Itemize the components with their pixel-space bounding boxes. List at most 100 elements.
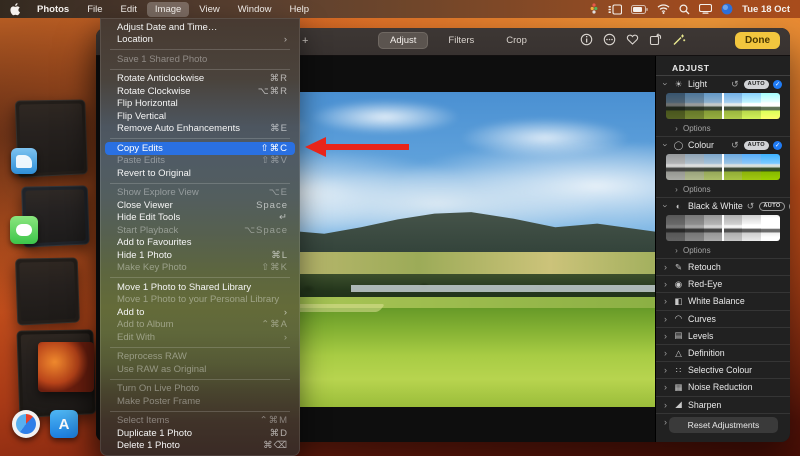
chevron-right-icon[interactable]: › [662, 279, 669, 289]
chevron-down-icon[interactable]: › [661, 142, 671, 149]
menu-bar-item-window[interactable]: Window [230, 2, 280, 17]
disabled-check-icon[interactable] [789, 202, 790, 211]
section-header[interactable]: ›∷Selective Colour [656, 362, 790, 378]
section-header[interactable]: ›◉Red-Eye [656, 276, 790, 292]
enabled-check-icon[interactable]: ✓ [773, 80, 782, 89]
menu-bar-items: PhotosFileEditImageViewWindowHelp [0, 2, 317, 17]
toolbar-icons [580, 33, 686, 46]
menu-item-duplicate-1-photo[interactable]: Duplicate 1 Photo⌘D [100, 427, 300, 440]
menu-bar-clock[interactable]: Tue 18 Oct [742, 4, 790, 15]
chevron-right-icon[interactable]: › [662, 365, 669, 375]
menu-bar-item-image[interactable]: Image [147, 2, 189, 17]
chevron-right-icon[interactable]: › [674, 124, 679, 133]
tab-crop[interactable]: Crop [494, 32, 539, 49]
chevron-right-icon[interactable]: › [662, 382, 669, 392]
menu-item-copy-edits[interactable]: Copy Edits⇧⌘C [105, 142, 295, 155]
auto-button[interactable]: AUTO [744, 80, 769, 89]
menu-item-hide-edit-tools[interactable]: Hide Edit Tools↵ [100, 212, 300, 225]
chevron-down-icon[interactable]: › [661, 203, 671, 210]
section-header[interactable]: ›△Definition [656, 345, 790, 361]
reset-section-icon[interactable]: ↺ [747, 201, 755, 212]
menu-item-close-viewer[interactable]: Close ViewerSpace [100, 199, 300, 212]
done-button[interactable]: Done [735, 32, 780, 49]
chevron-right-icon[interactable]: › [662, 348, 669, 358]
tab-filters[interactable]: Filters [436, 32, 486, 49]
chevron-right-icon[interactable]: › [662, 314, 669, 324]
adjustment-slider-strip[interactable] [666, 215, 780, 241]
auto-button[interactable]: AUTO [759, 202, 784, 211]
enabled-check-icon[interactable]: ✓ [773, 141, 782, 150]
chevron-right-icon[interactable]: › [674, 246, 679, 255]
section-header[interactable]: ›▤Levels [656, 328, 790, 344]
menu-item-remove-auto-enhancements[interactable]: Remove Auto Enhancements⌘E [100, 123, 300, 136]
options-row[interactable]: ›Options [656, 183, 790, 195]
tab-adjust[interactable]: Adjust [378, 32, 428, 49]
image-menu-dropdown: Adjust Date and Time…Location›Save 1 Sha… [100, 18, 300, 456]
menu-item-label: Close Viewer [117, 200, 256, 211]
menu-bar-item-help[interactable]: Help [282, 2, 318, 17]
apple-icon[interactable] [10, 3, 21, 16]
stage-window-mail[interactable] [15, 257, 80, 325]
chevron-right-icon[interactable]: › [662, 400, 669, 410]
chevron-right-icon[interactable]: › [662, 331, 669, 341]
menu-item-delete-1-photo[interactable]: Delete 1 Photo⌘⌫ [100, 440, 300, 453]
menu-item-rotate-clockwise[interactable]: Rotate Clockwise⌥⌘R [100, 85, 300, 98]
menu-item-flip-horizontal[interactable]: Flip Horizontal [100, 98, 300, 111]
section-header[interactable]: ›☀Light↺AUTO✓ [656, 77, 790, 91]
menu-item-add-to[interactable]: Add to› [100, 306, 300, 319]
adjustment-slider-strip[interactable] [666, 93, 780, 119]
colour-picker-icon[interactable] [589, 3, 599, 15]
stage-manager-icon[interactable] [608, 4, 622, 15]
menu-item-shortcut: ⌃⌘M [260, 415, 288, 426]
adjust-panel-title: ADJUST [656, 56, 790, 76]
menu-separator [110, 411, 290, 412]
retouch-icon: ✎ [673, 262, 684, 273]
menu-bar-item-file[interactable]: File [79, 2, 110, 17]
chevron-down-icon[interactable]: › [661, 81, 671, 88]
menu-item-flip-vertical[interactable]: Flip Vertical [100, 110, 300, 123]
chevron-right-icon[interactable]: › [662, 262, 669, 272]
section-header[interactable]: ›◠Curves [656, 311, 790, 327]
menu-item-adjust-date-and-time[interactable]: Adjust Date and Time… [100, 21, 300, 34]
menu-bar-item-edit[interactable]: Edit [113, 2, 145, 17]
reset-section-icon[interactable]: ↺ [731, 140, 739, 151]
battery-icon[interactable] [631, 5, 648, 14]
menu-item-revert-to-original[interactable]: Revert to Original [100, 167, 300, 180]
wifi-icon[interactable] [657, 4, 670, 14]
menu-item-location[interactable]: Location› [100, 34, 300, 47]
chevron-right-icon[interactable]: › [674, 185, 679, 194]
screen-mirroring-icon[interactable] [699, 4, 712, 14]
options-row[interactable]: ›Options [656, 244, 790, 256]
section-header[interactable]: ›◯Colour↺AUTO✓ [656, 138, 790, 152]
menu-item-move-1-photo-to-shared-library[interactable]: Move 1 Photo to Shared Library [100, 281, 300, 294]
section-header[interactable]: ›◧White Balance [656, 293, 790, 309]
menu-item-start-playback: Start Playback⌥Space [100, 224, 300, 237]
menu-item-add-to-favourites[interactable]: Add to Favourites [100, 237, 300, 250]
section-header[interactable]: ›◢Sharpen [656, 397, 790, 413]
chevron-right-icon[interactable]: › [662, 296, 669, 306]
menu-bar-item-photos[interactable]: Photos [29, 2, 77, 17]
auto-enhance-wand-icon[interactable] [672, 33, 686, 46]
menu-bar-item-view[interactable]: View [191, 2, 227, 17]
chevron-right-icon[interactable]: › [662, 417, 669, 427]
strip-segment [666, 154, 685, 180]
options-row[interactable]: ›Options [656, 122, 790, 134]
reset-adjustments-button[interactable]: Reset Adjustments [669, 417, 778, 433]
favourite-icon[interactable] [626, 33, 639, 46]
assistant-sphere-icon[interactable] [721, 3, 733, 15]
menu-item-rotate-anticlockwise[interactable]: Rotate Anticlockwise⌘R [100, 73, 300, 86]
adjustment-slider-strip[interactable] [666, 154, 780, 180]
auto-button[interactable]: AUTO [744, 141, 769, 150]
reset-section-icon[interactable]: ↺ [731, 79, 739, 90]
section-header[interactable]: ›▦Noise Reduction [656, 379, 790, 395]
rotate-icon[interactable] [649, 33, 662, 46]
search-icon[interactable] [679, 4, 690, 15]
zoom-plus-icon[interactable]: + [302, 35, 308, 47]
section-header[interactable]: ›◐Black & White↺AUTO [656, 199, 790, 213]
info-plus-icon[interactable] [580, 33, 593, 46]
menu-item-hide-1-photo[interactable]: Hide 1 Photo⌘L [100, 249, 300, 262]
half-circle-icon: ◐ [673, 201, 684, 211]
section-header[interactable]: ›✎Retouch [656, 259, 790, 275]
more-icon[interactable] [603, 33, 616, 46]
menu-item-make-poster-frame: Make Poster Frame [100, 395, 300, 408]
